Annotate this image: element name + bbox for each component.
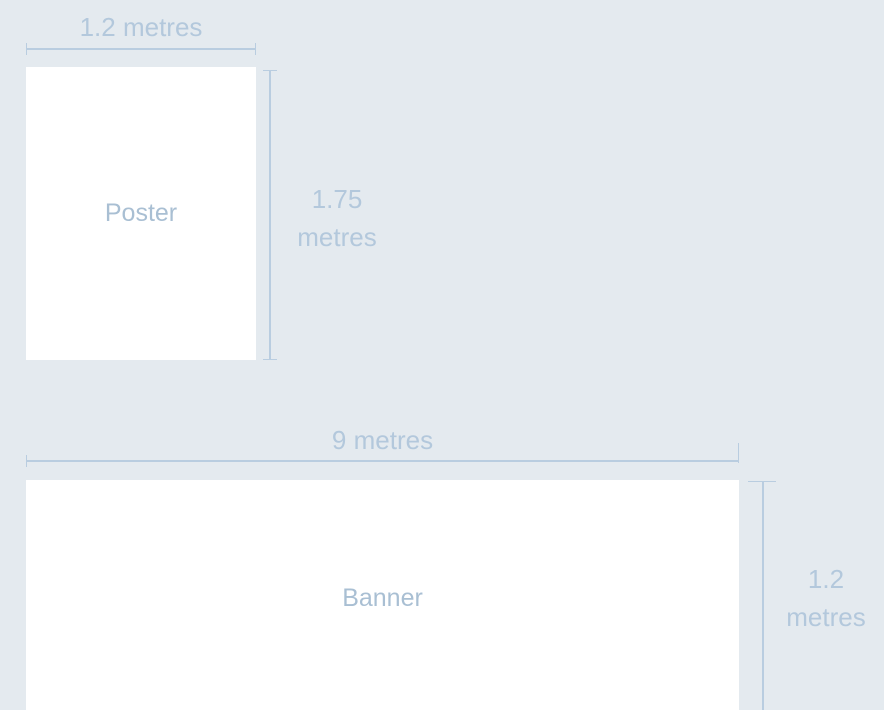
poster-width-dimension-line [26, 48, 256, 50]
banner-rectangle: Banner [26, 480, 739, 710]
poster-height-label-unit: metres [297, 222, 377, 252]
banner-height-label: 1.2 metres [774, 560, 878, 636]
banner-height-dimension-line [762, 481, 764, 710]
poster-height-label-value: 1.75 [311, 184, 363, 214]
banner-height-label-unit: metres [786, 602, 866, 632]
poster-height-label: 1.75 metres [282, 180, 392, 256]
poster-height-tick-top [263, 70, 277, 71]
poster-width-tick-right [255, 43, 256, 55]
banner-width-tick-right [738, 443, 739, 463]
banner-height-label-value: 1.2 [807, 564, 845, 594]
banner-width-dimension-line [26, 460, 739, 462]
poster-label: Poster [104, 199, 178, 227]
poster-height-dimension-line [269, 70, 271, 360]
banner-width-tick-left [26, 455, 27, 467]
poster-rectangle: Poster [26, 67, 256, 360]
poster-height-tick-bottom [263, 359, 277, 360]
banner-height-tick-top [748, 481, 776, 482]
poster-width-label: 1.2 metres [79, 12, 203, 42]
banner-width-label: 9 metres [331, 425, 434, 455]
banner-label: Banner [342, 584, 423, 612]
poster-width-tick-left [26, 43, 27, 55]
